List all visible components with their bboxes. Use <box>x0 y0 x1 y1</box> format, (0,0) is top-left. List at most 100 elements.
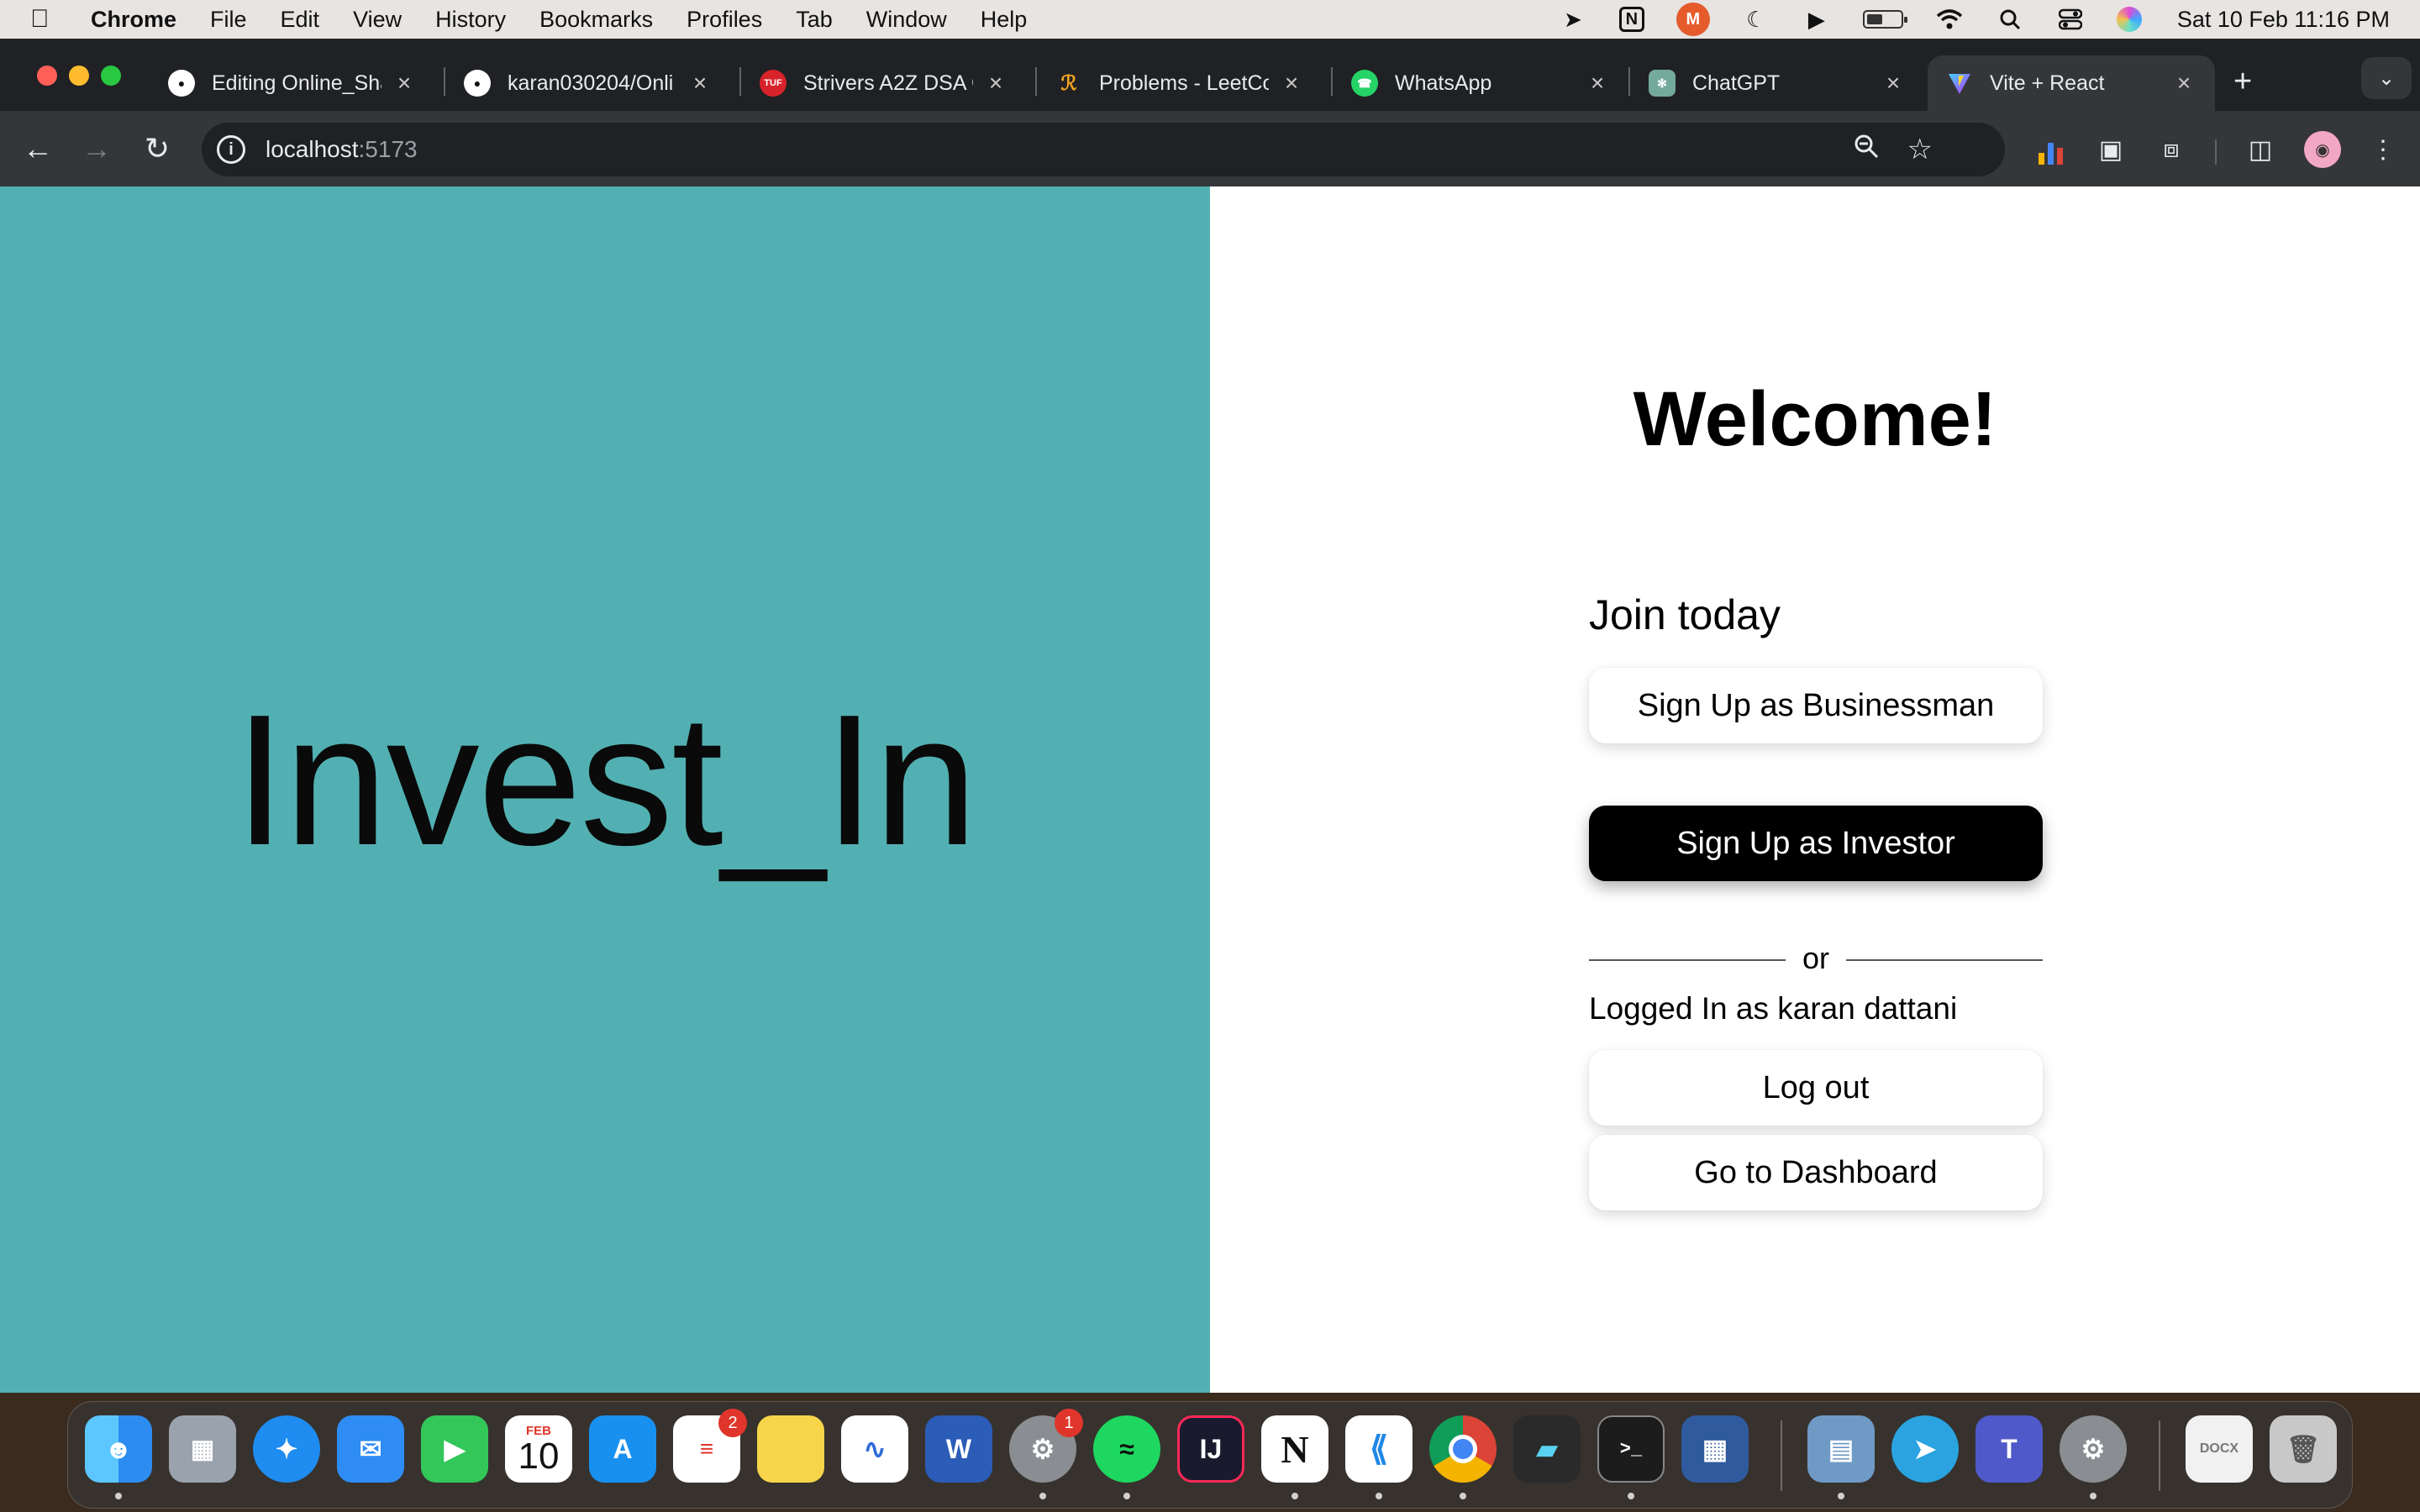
menu-view[interactable]: View <box>353 7 402 33</box>
microsoft-word-icon[interactable]: W <box>925 1415 992 1483</box>
chrome-menu-kebab-icon[interactable]: ⋮ <box>2365 131 2402 168</box>
tab-search-chevron-down-icon[interactable]: ⌄ <box>2361 57 2412 99</box>
reminders-icon[interactable]: ≡ 2 <box>673 1409 747 1483</box>
menu-window[interactable]: Window <box>866 7 947 33</box>
forward-arrow-icon[interactable]: → <box>76 128 118 170</box>
go-to-dashboard-button[interactable]: Go to Dashboard <box>1589 1135 2043 1210</box>
notes-icon[interactable] <box>757 1415 824 1483</box>
play-circle-icon[interactable]: ▶ <box>1802 7 1831 32</box>
running-indicator <box>1039 1493 1046 1499</box>
menu-edit[interactable]: Edit <box>281 7 320 33</box>
close-tab-icon[interactable]: × <box>2171 70 2196 97</box>
or-text: or <box>1802 941 1829 975</box>
new-tab-plus-icon[interactable]: + <box>2233 64 2252 100</box>
tab-strivers-dsa[interactable]: TUF Strivers A2Z DSA C × <box>741 55 1027 111</box>
back-arrow-icon[interactable]: ← <box>17 128 59 170</box>
menu-file[interactable]: File <box>210 7 247 33</box>
macos-dock: ☻ ▦ ✦ ✉ ▶ FEB 10 A ≡ 2 ∿ W ⚙ 1 ≈ IJ N ⟪ … <box>67 1401 2353 1509</box>
browser-toolbar: ← → ↻ i localhost :5173 ☆ ▣ ⧈ ◫ ◉ ⋮ <box>0 111 2420 186</box>
extensions-puzzle-icon[interactable]: ⧈ <box>2153 131 2190 168</box>
trash-icon[interactable]: 🗑 <box>2270 1415 2337 1483</box>
close-tab-icon[interactable]: × <box>983 70 1008 97</box>
analytics-extension-icon[interactable] <box>2032 136 2069 165</box>
apple-menu-icon[interactable]:  <box>30 5 69 34</box>
calendar-icon[interactable]: FEB 10 <box>505 1415 572 1483</box>
terminal-icon[interactable]: >_ <box>1597 1415 1665 1483</box>
menu-app-chrome[interactable]: Chrome <box>91 7 176 33</box>
vscode-icon[interactable]: ⟪ <box>1345 1415 1413 1483</box>
notification-badge: 2 <box>718 1409 747 1437</box>
meetings-status-icon[interactable]: M <box>1676 3 1710 36</box>
close-window-button[interactable] <box>37 66 57 86</box>
maximize-window-button[interactable] <box>101 66 121 86</box>
menu-bookmarks[interactable]: Bookmarks <box>539 7 653 33</box>
running-indicator <box>1628 1493 1634 1499</box>
tab-editing-online[interactable]: ● Editing Online_Sha × <box>150 55 435 111</box>
minimize-window-button[interactable] <box>69 66 89 86</box>
menu-help[interactable]: Help <box>981 7 1028 33</box>
battery-icon[interactable] <box>1862 10 1907 29</box>
extension-clipper-icon[interactable]: ▣ <box>2092 131 2129 168</box>
site-info-icon[interactable]: i <box>217 135 245 164</box>
reload-icon[interactable]: ↻ <box>136 128 178 170</box>
menu-tab[interactable]: Tab <box>796 7 833 33</box>
moon-icon[interactable]: ☾ <box>1742 7 1770 32</box>
finder-icon[interactable]: ☻ <box>85 1415 152 1483</box>
sidecar-app-icon[interactable]: ▰ <box>1513 1415 1581 1483</box>
tab-whatsapp[interactable]: ☎ WhatsApp × <box>1333 55 1628 111</box>
menubar-clock[interactable]: Sat 10 Feb 11:16 PM <box>2177 7 2390 33</box>
chatgpt-icon: ✻ <box>1649 70 1676 97</box>
siri-icon[interactable] <box>2116 7 2142 32</box>
wifi-icon[interactable] <box>1935 7 1964 32</box>
profile-avatar-icon[interactable]: ◉ <box>2304 131 2341 168</box>
spotify-icon[interactable]: ≈ <box>1093 1415 1160 1483</box>
intellij-idea-icon[interactable]: IJ <box>1177 1415 1244 1483</box>
or-divider: or <box>1589 941 2043 978</box>
safari-icon[interactable]: ✦ <box>253 1415 320 1483</box>
hero-panel: Invest_In <box>0 186 1210 1393</box>
join-today-heading: Join today <box>1589 591 1781 638</box>
control-center-icon[interactable] <box>2056 7 2085 32</box>
system-preferences-icon[interactable]: ⚙ <box>2060 1415 2127 1483</box>
notion-icon[interactable]: N <box>1261 1415 1328 1483</box>
mail-icon[interactable]: ✉ <box>337 1415 404 1483</box>
close-tab-icon[interactable]: × <box>1279 70 1304 97</box>
telegram-icon[interactable]: ➤ <box>1891 1415 1959 1483</box>
launchpad-icon[interactable]: ▦ <box>169 1415 236 1483</box>
signup-investor-button[interactable]: Sign Up as Investor <box>1589 806 2043 881</box>
notion-status-icon[interactable]: N <box>1618 7 1644 32</box>
bookmark-star-icon[interactable]: ☆ <box>1907 133 1933 166</box>
divider-line <box>1846 959 2043 961</box>
address-bar[interactable]: i localhost :5173 ☆ <box>202 123 2005 176</box>
tab-karan-repo[interactable]: ● karan030204/Onli × <box>445 55 731 111</box>
app-store-icon[interactable]: A <box>589 1415 656 1483</box>
signup-businessman-button[interactable]: Sign Up as Businessman <box>1589 668 2043 743</box>
docx-file-icon[interactable]: DOCX <box>2186 1415 2253 1483</box>
toolbar-separator <box>2215 139 2217 165</box>
system-settings-icon[interactable]: ⚙ 1 <box>1009 1409 1083 1483</box>
tuf-icon: TUF <box>760 70 786 97</box>
microsoft-teams-icon[interactable]: T <box>1975 1415 2043 1483</box>
spotlight-search-icon[interactable] <box>1996 7 2024 32</box>
virtualbox-icon[interactable]: ▦ <box>1681 1415 1749 1483</box>
close-tab-icon[interactable]: × <box>687 70 713 97</box>
logout-button[interactable]: Log out <box>1589 1050 2043 1126</box>
tab-label: karan030204/Onli <box>508 71 674 95</box>
menu-profiles[interactable]: Profiles <box>687 7 762 33</box>
close-tab-icon[interactable]: × <box>1881 70 1906 97</box>
chrome-icon[interactable] <box>1429 1415 1497 1483</box>
telegram-status-icon[interactable]: ➤ <box>1559 7 1587 32</box>
preview-icon[interactable]: ▤ <box>1807 1415 1875 1483</box>
zoom-magnifier-icon[interactable] <box>1854 134 1879 165</box>
tab-vite-react-active[interactable]: Vite + React × <box>1928 55 2215 111</box>
tab-leetcode-problems[interactable]: ℛ Problems - LeetCo × <box>1037 55 1323 111</box>
tab-label: Problems - LeetCo <box>1099 71 1269 95</box>
freeform-icon[interactable]: ∿ <box>841 1415 908 1483</box>
tab-chatgpt[interactable]: ✻ ChatGPT × <box>1630 55 1924 111</box>
address-host: localhost <box>266 136 359 162</box>
side-panel-icon[interactable]: ◫ <box>2242 131 2279 168</box>
close-tab-icon[interactable]: × <box>392 70 417 97</box>
menu-history[interactable]: History <box>435 7 506 33</box>
facetime-icon[interactable]: ▶ <box>421 1415 488 1483</box>
close-tab-icon[interactable]: × <box>1585 70 1610 97</box>
